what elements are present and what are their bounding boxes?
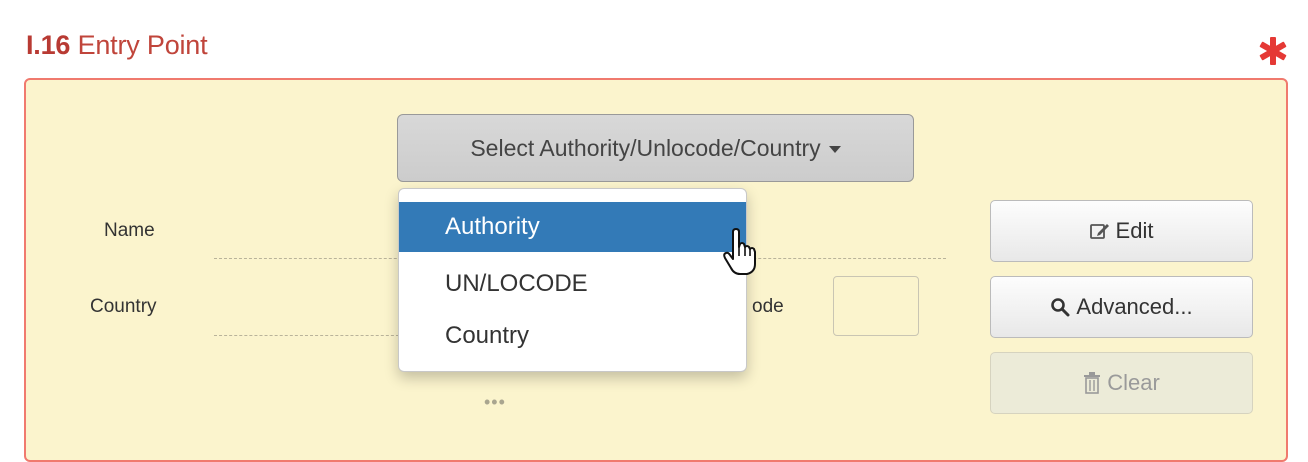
trash-icon	[1084, 372, 1101, 394]
authority-dropdown-menu: Authority UN/LOCODE Country	[398, 188, 747, 372]
clear-label: Clear	[1107, 370, 1160, 395]
country-value-line	[214, 335, 404, 336]
caret-down-icon	[828, 146, 841, 154]
clear-button[interactable]: Clear	[990, 352, 1253, 414]
country-label: Country	[90, 296, 157, 317]
search-icon	[1051, 298, 1070, 317]
dropdown-item-country[interactable]: Country	[399, 311, 746, 361]
select-button-label: Select Authority/Unlocode/Country	[470, 135, 821, 161]
advanced-label: Advanced...	[1076, 294, 1193, 319]
name-label: Name	[104, 220, 155, 241]
edit-icon	[1089, 224, 1109, 239]
dropdown-item-authority[interactable]: Authority	[399, 202, 746, 252]
hand-pointer-icon	[723, 228, 756, 275]
advanced-button[interactable]: Advanced...	[990, 276, 1253, 338]
section-title: I.16 Entry Point	[26, 30, 208, 61]
select-authority-dropdown-button[interactable]: Select Authority/Unlocode/Country	[397, 114, 914, 182]
more-dots: •••	[484, 392, 506, 412]
section-label: Entry Point	[77, 30, 208, 60]
edit-label: Edit	[1115, 218, 1154, 243]
dropdown-item-unlocode[interactable]: UN/LOCODE	[399, 259, 746, 309]
section-number: I.16	[26, 30, 71, 60]
asterisk-icon	[1259, 37, 1287, 65]
code-field	[833, 276, 919, 336]
code-label: ode	[752, 296, 784, 317]
edit-button[interactable]: Edit	[990, 200, 1253, 262]
